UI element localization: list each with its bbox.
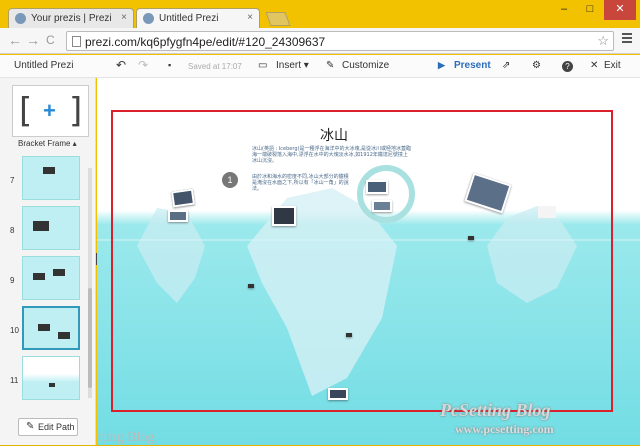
tab-strip: Your prezis | Prezi × Untitled Prezi × –…: [0, 0, 640, 28]
customize-icon: ✎: [326, 60, 335, 71]
browser-toolbar: ← → C prezi.com/kq6pfygfn4pe/edit/#120_2…: [0, 28, 640, 54]
thumbnail-image: [22, 206, 80, 250]
close-window-button[interactable]: ✕: [604, 0, 636, 20]
save-icon[interactable]: ▪: [168, 60, 171, 70]
add-frame-button[interactable]: [ ] +: [12, 85, 89, 137]
share-icon[interactable]: ⇗: [502, 60, 510, 71]
watermark-title: PcSetting Blog: [440, 400, 551, 420]
edit-path-button[interactable]: ✎ Edit Path: [18, 418, 78, 436]
pencil-icon: ✎: [26, 421, 35, 432]
saved-status: Saved at 17:07: [188, 62, 242, 71]
exit-icon: ✕: [590, 60, 599, 71]
thumbnail-11[interactable]: 11: [6, 356, 86, 400]
frame-type-selector[interactable]: Bracket Frame ▴: [18, 139, 77, 148]
thumbnail-number: 10: [10, 326, 19, 335]
thumbnail-8[interactable]: 8: [6, 206, 86, 250]
tab-your-prezis[interactable]: Your prezis | Prezi ×: [8, 8, 134, 28]
help-icon[interactable]: ?: [562, 61, 573, 72]
thumbnail-image: [22, 356, 80, 400]
close-tab-icon[interactable]: ×: [121, 12, 127, 23]
plus-icon: +: [43, 98, 56, 123]
thumbnail-7[interactable]: 7: [6, 156, 86, 200]
close-tab-icon[interactable]: ×: [247, 12, 253, 23]
bookmark-star-icon[interactable]: ☆: [597, 33, 609, 49]
highlight-rectangle: [111, 110, 613, 412]
insert-menu[interactable]: Insert ▾: [276, 60, 309, 71]
left-panel: [ ] + Bracket Frame ▴ 7 8 9 10 11 ✎ Edit…: [0, 78, 96, 445]
customize-button[interactable]: Customize: [342, 60, 389, 71]
thumbnail-10[interactable]: 10: [6, 306, 86, 350]
present-button[interactable]: Present: [454, 60, 491, 71]
thumbnail-number: 8: [10, 226, 15, 235]
reload-button[interactable]: C: [46, 33, 55, 47]
ghost-text: tting Blog: [98, 430, 155, 445]
forward-button[interactable]: →: [26, 32, 40, 48]
thumbnail-image: [22, 306, 80, 350]
address-bar[interactable]: prezi.com/kq6pfygfn4pe/edit/#120_2430963…: [66, 31, 614, 51]
watermark-url: www.pcsetting.com: [455, 422, 554, 436]
chrome-menu-icon[interactable]: [622, 33, 632, 45]
bracket-left-icon: [: [19, 91, 33, 131]
prezi-toolbar: Untitled Prezi ↶ ↷ ▪ Saved at 17:07 ▭ In…: [0, 55, 640, 78]
exit-button[interactable]: Exit: [604, 60, 621, 71]
scrollbar-grip[interactable]: [88, 288, 92, 388]
thumbnail-image: [22, 256, 80, 300]
redo-button[interactable]: ↷: [138, 58, 148, 72]
path-thumbnails: 7 8 9 10 11: [0, 156, 96, 406]
edit-path-label: Edit Path: [38, 422, 75, 432]
thumbnail-number: 7: [10, 176, 15, 185]
maximize-button[interactable]: □: [578, 0, 602, 20]
bracket-right-icon: ]: [69, 91, 83, 131]
tab-label: Your prezis | Prezi: [31, 13, 112, 24]
url-text: prezi.com/kq6pfygfn4pe/edit/#120_2430963…: [85, 35, 326, 49]
thumbnail-scrollbar[interactable]: [88, 168, 92, 398]
page-icon: [72, 36, 81, 47]
prezi-favicon-icon: [143, 13, 154, 24]
tab-untitled-prezi[interactable]: Untitled Prezi ×: [136, 8, 260, 28]
new-tab-button[interactable]: [265, 12, 291, 26]
thumbnail-number: 9: [10, 276, 15, 285]
minimize-button[interactable]: –: [552, 0, 576, 20]
thumbnail-image: [22, 156, 80, 200]
present-play-icon: ▶: [438, 60, 445, 70]
insert-icon: ▭: [258, 60, 268, 71]
settings-gear-icon[interactable]: ⚙: [532, 60, 541, 71]
prezi-title[interactable]: Untitled Prezi: [14, 60, 73, 71]
undo-button[interactable]: ↶: [116, 58, 126, 72]
thumbnail-9[interactable]: 9: [6, 256, 86, 300]
thumbnail-number: 11: [10, 376, 19, 385]
browser-window: Your prezis | Prezi × Untitled Prezi × –…: [0, 0, 640, 445]
back-button[interactable]: ←: [8, 32, 22, 48]
prezi-favicon-icon: [15, 13, 26, 24]
tab-label: Untitled Prezi: [159, 13, 219, 24]
